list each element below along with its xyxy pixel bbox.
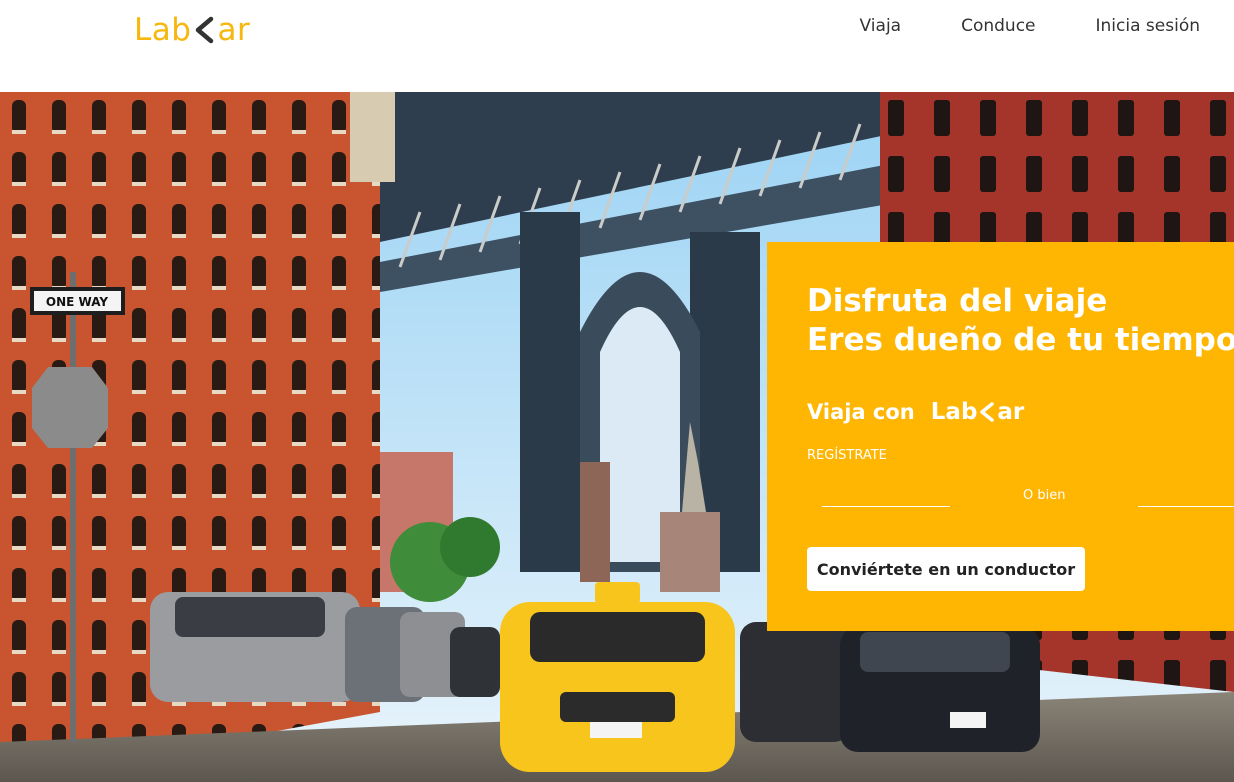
or-divider: O bien	[822, 488, 1234, 508]
logo-chevron-icon	[193, 16, 215, 44]
nav-conduce[interactable]: Conduce	[961, 16, 1035, 36]
logo-text-right: ar	[217, 12, 251, 48]
panel-logo-left: Lab	[930, 399, 978, 425]
viaja-con-row: Viaja con Lab ar	[807, 399, 1024, 425]
logo-text-left: Lab	[134, 12, 192, 48]
divider-line-right	[1138, 506, 1234, 507]
register-link[interactable]: REGÍSTRATE	[807, 448, 887, 463]
nav-login[interactable]: Inicia sesión	[1096, 16, 1200, 36]
one-way-sign: ONE WAY	[46, 295, 108, 309]
headline-line-1: Disfruta del viaje	[807, 283, 1108, 319]
site-header: Lab ar Viaja Conduce Inicia sesión	[0, 0, 1234, 92]
become-driver-button[interactable]: Conviértete en un conductor	[807, 547, 1085, 591]
or-label: O bien	[1023, 488, 1066, 503]
divider-line-left	[822, 506, 950, 507]
hero-headline: Disfruta del viaje Eres dueño de tu tiem…	[807, 282, 1234, 360]
panel-logo-chevron-icon	[980, 402, 995, 422]
panel-logo: Lab ar	[931, 399, 1025, 425]
signup-panel: Disfruta del viaje Eres dueño de tu tiem…	[767, 242, 1234, 631]
main-nav: Viaja Conduce Inicia sesión	[860, 16, 1200, 36]
brand-logo[interactable]: Lab ar	[134, 12, 250, 48]
panel-logo-right: ar	[997, 399, 1025, 425]
viaja-con-label: Viaja con	[807, 400, 915, 424]
headline-line-2: Eres dueño de tu tiempo	[807, 322, 1234, 358]
nav-viaja[interactable]: Viaja	[860, 16, 902, 36]
